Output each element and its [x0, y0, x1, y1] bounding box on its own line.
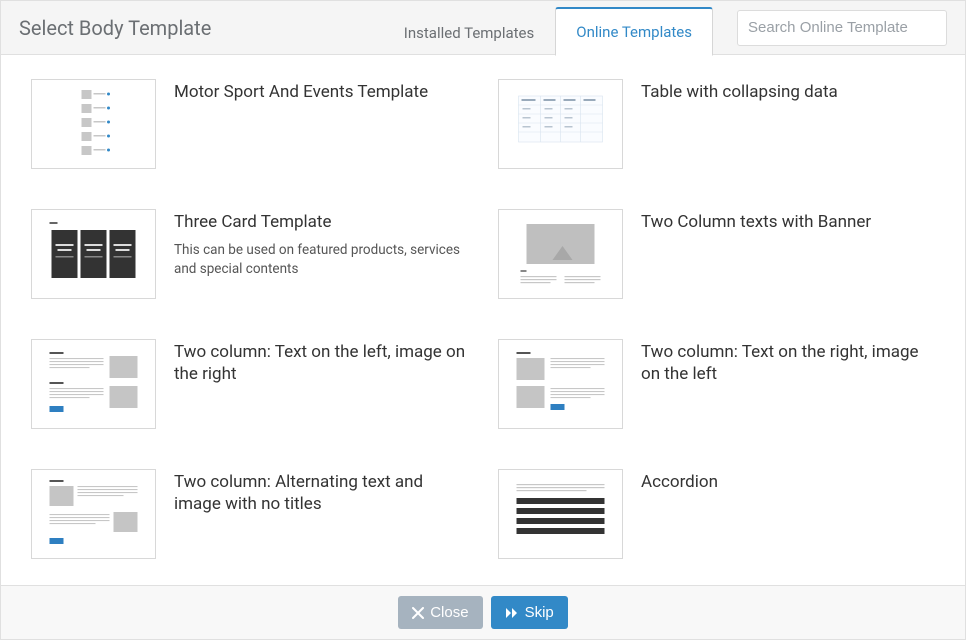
- template-item[interactable]: Three Card Template This can be used on …: [31, 209, 468, 299]
- close-button-label: Close: [430, 604, 468, 621]
- template-thumbnail: [498, 79, 623, 169]
- skip-button-label: Skip: [525, 604, 554, 621]
- template-grid: Motor Sport And Events Template: [31, 79, 935, 559]
- template-text: Two column: Alternating text and image w…: [174, 469, 468, 523]
- template-title: Two column: Text on the left, image on t…: [174, 341, 468, 385]
- tab-online[interactable]: Online Templates: [555, 7, 713, 56]
- template-text: Two column: Text on the left, image on t…: [174, 339, 468, 393]
- template-item[interactable]: Two column: Text on the right, image on …: [498, 339, 935, 429]
- template-item[interactable]: Table with collapsing data: [498, 79, 935, 169]
- template-desc: This can be used on featured products, s…: [174, 241, 468, 279]
- template-thumbnail: [31, 339, 156, 429]
- footer: Close Skip: [1, 585, 965, 639]
- template-title: Accordion: [641, 471, 935, 493]
- template-item[interactable]: Two column: Alternating text and image w…: [31, 469, 468, 559]
- forward-icon: [505, 607, 519, 619]
- close-icon: [412, 607, 424, 619]
- template-title: Two Column texts with Banner: [641, 211, 935, 233]
- template-title: Three Card Template: [174, 211, 468, 233]
- search-wrap: [737, 10, 947, 46]
- page-title: Select Body Template: [19, 16, 371, 40]
- close-button[interactable]: Close: [398, 596, 482, 629]
- template-list-scroll[interactable]: Motor Sport And Events Template: [1, 55, 965, 585]
- template-thumbnail: [31, 79, 156, 169]
- template-title: Table with collapsing data: [641, 81, 935, 103]
- template-item[interactable]: Accordion: [498, 469, 935, 559]
- template-title: Two column: Text on the right, image on …: [641, 341, 935, 385]
- tab-installed[interactable]: Installed Templates: [383, 9, 555, 56]
- template-item[interactable]: Two Column texts with Banner: [498, 209, 935, 299]
- template-text: Motor Sport And Events Template: [174, 79, 468, 111]
- search-input[interactable]: [737, 10, 947, 46]
- template-text: Three Card Template This can be used on …: [174, 209, 468, 279]
- template-text: Two Column texts with Banner: [641, 209, 935, 241]
- template-item[interactable]: Motor Sport And Events Template: [31, 79, 468, 169]
- template-thumbnail: [498, 209, 623, 299]
- header: Select Body Template Installed Templates…: [1, 1, 965, 55]
- template-thumbnail: [498, 339, 623, 429]
- template-thumbnail: [498, 469, 623, 559]
- tab-bar: Installed Templates Online Templates: [383, 2, 713, 56]
- template-text: Two column: Text on the right, image on …: [641, 339, 935, 393]
- skip-button[interactable]: Skip: [491, 596, 568, 629]
- template-text: Table with collapsing data: [641, 79, 935, 111]
- template-thumbnail: [31, 469, 156, 559]
- template-text: Accordion: [641, 469, 935, 501]
- template-item[interactable]: Two column: Text on the left, image on t…: [31, 339, 468, 429]
- template-title: Two column: Alternating text and image w…: [174, 471, 468, 515]
- template-title: Motor Sport And Events Template: [174, 81, 468, 103]
- template-thumbnail: [31, 209, 156, 299]
